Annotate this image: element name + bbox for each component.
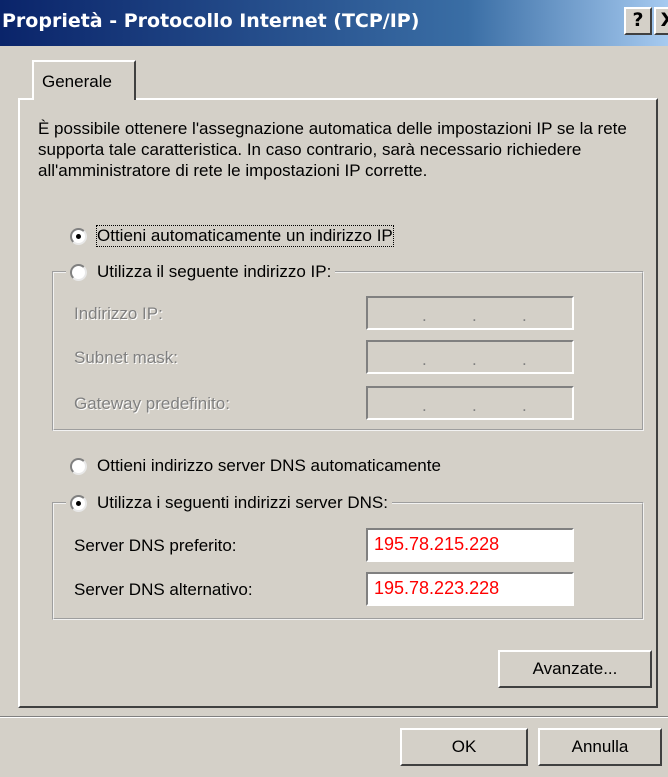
dns-auto-radio[interactable] [70,457,87,475]
dns-preferred-label: Server DNS preferito: [74,536,237,555]
dns-alternate-label: Server DNS alternativo: [74,580,253,599]
advanced-button[interactable]: Avanzate... [498,650,652,688]
ip-auto-label: Ottieni automaticamente un indirizzo IP [96,225,394,247]
description-text: È possibile ottenere l'assegnazione auto… [38,119,627,180]
ip-manual-option[interactable]: Utilizza il seguente indirizzo IP: [66,262,336,282]
dns-manual-radio[interactable] [70,494,87,512]
close-button[interactable]: X [654,7,668,35]
tab-generale[interactable]: Generale [32,60,136,100]
subnet-mask-label: Subnet mask: [74,348,178,367]
dns-alternate-field[interactable]: 195.78.223.228 [366,572,574,606]
tab-label: Generale [42,72,112,91]
title-bar[interactable]: Proprietà - Protocollo Internet (TCP/IP)… [0,0,668,46]
ip-auto-option[interactable]: Ottieni automaticamente un indirizzo IP [70,225,394,247]
ip-address-field[interactable]: ... [366,296,574,330]
ip-manual-radio[interactable] [70,263,87,281]
dns-auto-label: Ottieni indirizzo server DNS automaticam… [97,456,441,475]
ip-manual-label: Utilizza il seguente indirizzo IP: [97,262,332,281]
ok-button[interactable]: OK [400,728,528,766]
dns-preferred-field[interactable]: 195.78.215.228 [366,528,574,562]
ip-address-label: Indirizzo IP: [74,304,163,323]
window-title: Proprietà - Protocollo Internet (TCP/IP) [2,10,420,32]
help-button[interactable]: ? [624,7,652,35]
cancel-button[interactable]: Annulla [538,728,662,766]
footer-separator [0,716,668,718]
gateway-label: Gateway predefinito: [74,394,230,413]
subnet-mask-field[interactable]: ... [366,340,574,374]
dns-manual-label: Utilizza i seguenti indirizzi server DNS… [97,493,388,512]
dns-manual-option[interactable]: Utilizza i seguenti indirizzi server DNS… [66,493,392,513]
dns-auto-option[interactable]: Ottieni indirizzo server DNS automaticam… [70,456,441,476]
gateway-field[interactable]: ... [366,386,574,420]
ip-auto-radio[interactable] [70,227,87,245]
